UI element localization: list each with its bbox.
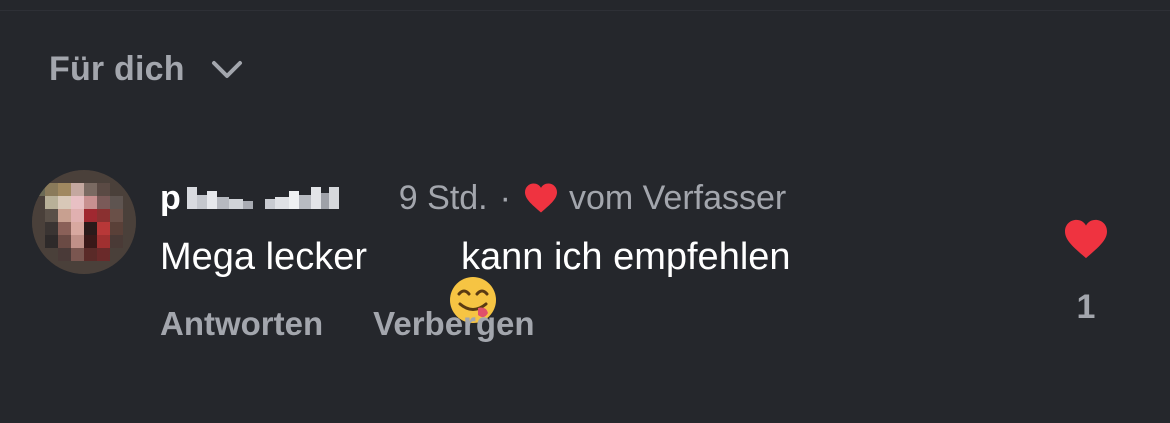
comment-meta: p 9 Std. · vom Verfasser <box>160 178 786 218</box>
comment-text-part-1: Mega lecker <box>160 235 367 278</box>
comment-text: Mega lecker kann ich empfehlen <box>160 232 791 323</box>
comment: p 9 Std. · vom Verfasser Mega lecker kan… <box>32 170 1142 350</box>
heart-icon <box>523 182 559 214</box>
like-count: 1 <box>1076 288 1096 326</box>
hide-button[interactable]: Verbergen <box>373 305 534 343</box>
reply-button[interactable]: Antworten <box>160 305 323 343</box>
comment-actions: Antworten Verbergen <box>160 305 535 343</box>
sort-dropdown[interactable]: Für dich <box>49 50 243 89</box>
liked-by-author-label: vom Verfasser <box>568 178 787 217</box>
sort-label: Für dich <box>49 50 185 88</box>
avatar[interactable] <box>32 170 136 274</box>
chevron-down-icon <box>211 60 243 80</box>
yum-face-emoji <box>385 232 497 323</box>
meta-separator: · <box>499 178 511 217</box>
username-pixelated <box>186 183 387 213</box>
like-block: 1 <box>1062 218 1110 327</box>
username[interactable]: p <box>160 178 387 218</box>
username-visible: p <box>160 178 181 217</box>
comment-timestamp: 9 Std. <box>398 178 488 217</box>
comment-text-part-2: kann ich empfehlen <box>460 235 791 278</box>
like-heart-icon[interactable] <box>1062 218 1110 260</box>
top-divider <box>0 0 1170 11</box>
